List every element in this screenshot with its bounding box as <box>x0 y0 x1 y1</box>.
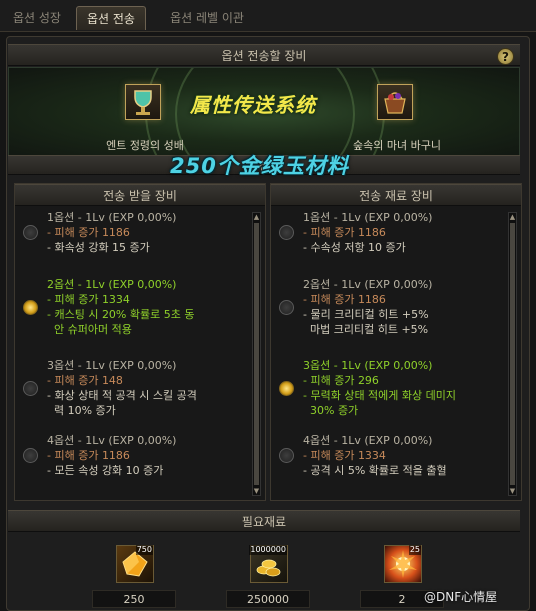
option-line: 안 슈퍼아머 적용 <box>47 323 132 336</box>
scroll-down-icon[interactable]: ▼ <box>253 487 260 495</box>
material-slot-orb[interactable]: 25 <box>384 545 422 583</box>
option-title: 2옵션 - 1Lv (EXP 0,00%) <box>303 278 433 291</box>
option-line: - 물리 크리티컬 히트 +5% <box>303 308 429 321</box>
option-title: 1옵션 - 1Lv (EXP 0,00%) <box>303 211 433 224</box>
help-icon[interactable]: ? <box>497 48 514 65</box>
scroll-up-icon[interactable]: ▲ <box>253 213 260 221</box>
option-text: 4옵션 - 1Lv (EXP 0,00%) - 피해 증가 1334 - 공격 시 … <box>303 433 513 478</box>
option-text: 1옵션 - 1Lv (EXP 0,00%) - 피해 증가 1186 - 화속성 강… <box>47 210 257 255</box>
option-line: - 피해 증가 1186 <box>47 226 130 239</box>
tab-option-transfer[interactable]: 옵션 전송 <box>76 6 146 30</box>
watermark-text: @DNF心情屋 <box>424 590 498 604</box>
material-scrollbar[interactable]: ▲ ▼ <box>508 212 517 496</box>
option-text: 2옵션 - 1Lv (EXP 0,00%) - 피해 증가 1334 - 캐스팅 시… <box>47 277 257 337</box>
option-line: 30% 증가 <box>303 404 359 417</box>
option-line: - 화속성 강화 15 증가 <box>47 241 150 254</box>
option-text: 1옵션 - 1Lv (EXP 0,00%) - 피해 증가 1186 - 수속성 저… <box>303 210 513 255</box>
option-line: - 피해 증가 1334 <box>303 449 386 462</box>
source-item-slot[interactable] <box>125 84 161 120</box>
radio-unselected[interactable] <box>279 300 294 315</box>
option-line: - 수속성 저항 10 증가 <box>303 241 406 254</box>
option-line: 마법 크리티컬 히트 +5% <box>303 323 429 336</box>
option-line: - 피해 증가 1334 <box>47 293 130 306</box>
material-slot-gem[interactable]: 750 <box>116 545 154 583</box>
receive-scrollbar[interactable]: ▲ ▼ <box>252 212 261 496</box>
material-panel: 전송 재료 장비 1옵션 - 1Lv (EXP 0,00%) - 피해 증가 11… <box>270 183 522 501</box>
tab-option-level-move[interactable]: 옵션 레벨 이관 <box>152 6 262 30</box>
chalice-icon <box>134 90 152 115</box>
tab-bar: 옵션 성장 옵션 전송 옵션 레벨 이관 <box>0 0 536 32</box>
option-line: - 피해 증가 1186 <box>303 226 386 239</box>
radio-unselected[interactable] <box>23 225 38 240</box>
material-stack-count: 750 <box>135 545 153 555</box>
material-slot-gold[interactable]: 1000000 <box>249 545 288 583</box>
option-title: 2옵션 - 1Lv (EXP 0,00%) <box>47 278 177 291</box>
option-title: 1옵션 - 1Lv (EXP 0,00%) <box>47 211 177 224</box>
transfer-equipment-header: 옵션 전송할 장비 ? <box>8 44 520 66</box>
option-text: 3옵션 - 1Lv (EXP 0,00%) - 피해 증가 148 - 화상 상태 … <box>47 358 257 418</box>
option-line: - 피해 증가 1186 <box>303 293 386 306</box>
transfer-equipment-title: 옵션 전송할 장비 <box>221 49 307 63</box>
receive-panel: 전송 받을 장비 1옵션 - 1Lv (EXP 0,00%) - 피해 증가 11… <box>14 183 266 501</box>
option-text: 4옵션 - 1Lv (EXP 0,00%) - 피해 증가 1186 - 모든 속성… <box>47 433 257 478</box>
material-stack-count: 25 <box>408 545 421 555</box>
overlay-title: 属性传送系统 <box>190 93 316 117</box>
radio-unselected[interactable] <box>23 381 38 396</box>
option-line: - 공격 시 5% 확률로 적을 출혈 <box>303 464 447 477</box>
radio-unselected[interactable] <box>23 448 38 463</box>
required-materials-header: 필요재료 <box>8 510 520 532</box>
option-text: 2옵션 - 1Lv (EXP 0,00%) - 피해 증가 1186 - 물리 크리… <box>303 277 513 337</box>
option-line: - 화상 상태 적 공격 시 스킬 공격 <box>47 389 197 402</box>
option-line: - 무력화 상태 적에게 화상 데미지 <box>303 389 457 402</box>
scroll-thumb[interactable] <box>254 223 259 485</box>
material-stack-count: 1000000 <box>249 545 287 555</box>
option-line: - 캐스팅 시 20% 확률로 5초 동 <box>47 308 195 321</box>
receive-panel-header: 전송 받을 장비 <box>15 184 265 206</box>
radio-unselected[interactable] <box>279 225 294 240</box>
material-qty-gem: 250 <box>92 590 176 608</box>
option-text: 3옵션 - 1Lv (EXP 0,00%) - 피해 증가 296 - 무력화 상태… <box>303 358 513 418</box>
tab-option-growth[interactable]: 옵션 성장 <box>2 6 72 30</box>
radio-selected[interactable] <box>279 381 294 396</box>
option-line: - 피해 증가 148 <box>47 374 123 387</box>
option-title: 3옵션 - 1Lv (EXP 0,00%) <box>47 359 177 372</box>
material-qty-gold: 250000 <box>226 590 310 608</box>
material-panel-header: 전송 재료 장비 <box>271 184 521 206</box>
option-line: - 피해 증가 1186 <box>47 449 130 462</box>
option-line: - 모든 속성 강화 10 증가 <box>47 464 164 477</box>
scroll-thumb[interactable] <box>510 223 515 485</box>
option-line: 력 10% 증가 <box>47 404 116 417</box>
option-title: 4옵션 - 1Lv (EXP 0,00%) <box>303 434 433 447</box>
overlay-note: 250个金绿玉材料 <box>170 154 349 178</box>
option-line: - 피해 증가 296 <box>303 374 379 387</box>
radio-unselected[interactable] <box>279 448 294 463</box>
scroll-down-icon[interactable]: ▼ <box>509 487 516 495</box>
target-item-slot[interactable] <box>377 84 413 120</box>
option-title: 3옵션 - 1Lv (EXP 0,00%) <box>303 359 433 372</box>
option-title: 4옵션 - 1Lv (EXP 0,00%) <box>47 434 177 447</box>
scroll-up-icon[interactable]: ▲ <box>509 213 516 221</box>
basket-icon <box>384 92 406 114</box>
radio-selected[interactable] <box>23 300 38 315</box>
